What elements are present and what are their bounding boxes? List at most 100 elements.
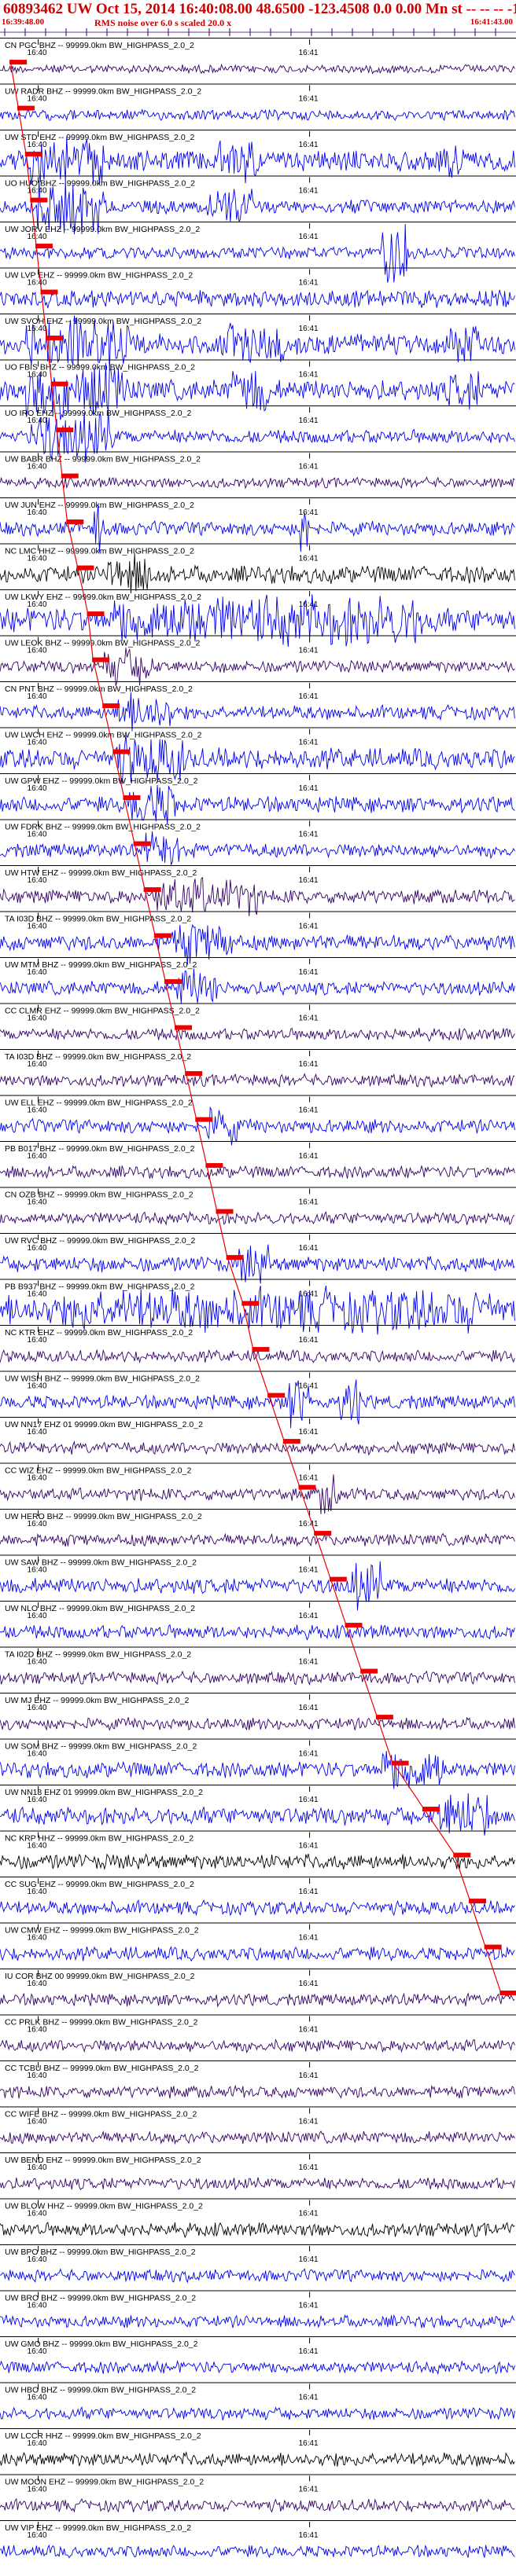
- minute-tick-label: 16:40: [28, 2394, 47, 2402]
- pick-marker: [360, 1668, 378, 1674]
- minute-tick-label: 16:40: [28, 2486, 47, 2494]
- minute-tick-label: 16:41: [299, 1015, 319, 1023]
- waveform-trace: [0, 2360, 515, 2376]
- minute-tick-label: 16:41: [299, 1106, 319, 1115]
- waveform-trace: [0, 2084, 515, 2099]
- pick-marker: [50, 381, 68, 387]
- minute-tick-label: 16:40: [28, 2071, 47, 2080]
- trace-row: UW BABR BHZ -- 99999.0km BW_HIGHPASS_2.0…: [0, 451, 516, 490]
- trace-row: UW BRO BHZ -- 99999.0km BW_HIGHPASS_2.0_…: [0, 2290, 516, 2330]
- minute-tick-label: 16:41: [299, 463, 319, 472]
- minute-tick-label: 16:40: [28, 279, 47, 288]
- waveform-trace: [0, 289, 515, 309]
- minute-tick-label: 16:40: [28, 2026, 47, 2035]
- minute-tick-label: 16:40: [28, 95, 47, 104]
- trace-row: PB B017 BHZ -- 99999.0km BW_HIGHPASS_2.0…: [0, 1141, 516, 1180]
- waveform-trace: [0, 1853, 515, 1870]
- minute-tick-label: 16:41: [299, 1980, 319, 1988]
- pick-marker: [9, 60, 28, 65]
- minute-tick-label: 16:41: [299, 325, 319, 333]
- waveform-trace: [0, 876, 515, 917]
- waveform-trace: [0, 692, 515, 732]
- minute-tick-label: 16:40: [28, 739, 47, 747]
- waveform-trace: [0, 2451, 515, 2467]
- waveform-trace: [0, 2497, 515, 2513]
- minute-tick-label: 16:40: [28, 1888, 47, 1896]
- pick-marker: [205, 1163, 223, 1169]
- minute-tick-label: 16:41: [299, 2394, 319, 2402]
- pick-marker: [56, 427, 74, 433]
- pick-marker: [226, 1255, 244, 1260]
- minute-tick-label: 16:40: [28, 692, 47, 701]
- minute-tick-label: 16:40: [28, 2118, 47, 2126]
- waveform-trace: [0, 2268, 515, 2284]
- minute-tick-label: 16:40: [28, 1842, 47, 1851]
- minute-tick-label: 16:41: [299, 2439, 319, 2448]
- minute-tick-label: 16:40: [28, 2347, 47, 2356]
- minute-tick-label: 16:40: [28, 2255, 47, 2264]
- pick-marker: [112, 749, 131, 754]
- waveform-trace: [0, 2405, 515, 2421]
- pick-marker: [484, 1944, 502, 1950]
- waveform-trace: [0, 1532, 515, 1547]
- pick-marker: [61, 473, 79, 479]
- pick-marker: [30, 197, 48, 203]
- trace-row: UW NN17 EHZ 01 99999.0km BW_HIGHPASS_2.0…: [0, 1417, 516, 1456]
- minute-tick-label: 16:40: [28, 1566, 47, 1575]
- minute-tick-label: 16:41: [299, 95, 319, 104]
- minute-tick-label: 16:40: [28, 1106, 47, 1115]
- trace-row: UW ELL EHZ -- 99999.0km BW_HIGHPASS_2.0_…: [0, 1095, 516, 1146]
- minute-tick-label: 16:40: [28, 1796, 47, 1804]
- trace-row: UW SAW BHZ -- 99999.0km BW_HIGHPASS_2.0_…: [0, 1554, 516, 1611]
- waveform-trace: [0, 2130, 515, 2145]
- minute-tick-label: 16:41: [299, 508, 319, 517]
- trace-row: UW GMO BHZ -- 99999.0km BW_HIGHPASS_2.0_…: [0, 2336, 516, 2376]
- minute-tick-label: 16:41: [299, 2071, 319, 2080]
- trace-row: UW LEOK BHZ -- 99999.0km BW_HIGHPASS_2.0…: [0, 635, 516, 687]
- minute-tick-label: 16:41: [299, 692, 319, 701]
- waveform-trace: [0, 136, 515, 185]
- waveform-trace: [0, 1027, 515, 1042]
- pick-marker: [267, 1393, 286, 1398]
- pick-marker: [143, 887, 161, 893]
- pick-marker: [17, 105, 35, 111]
- pick-marker: [252, 1347, 270, 1352]
- minute-tick-label: 16:40: [28, 1198, 47, 1207]
- trace-row: CC SUG EHZ -- 99999.0km BW_HIGHPASS_2.0_…: [0, 1877, 516, 1917]
- pick-marker: [123, 795, 141, 801]
- waveform-trace: [0, 1561, 515, 1611]
- waveform-trace: [0, 2177, 515, 2191]
- waveform-trace: [0, 1624, 515, 1641]
- waveform-trace: [0, 1244, 515, 1284]
- pick-marker: [241, 1301, 260, 1306]
- minute-tick-label: 16:40: [28, 463, 47, 472]
- waveform-trace: [0, 1899, 515, 1917]
- minute-tick-label: 16:41: [299, 555, 319, 563]
- minute-tick-label: 16:41: [299, 2302, 319, 2310]
- minute-tick-label: 16:40: [28, 1658, 47, 1667]
- top-tick-band: [0, 28, 516, 36]
- pick-marker: [282, 1439, 300, 1444]
- trace-row: UW BEND EHZ -- 99999.0km BW_HIGHPASS_2.0…: [0, 2152, 516, 2191]
- minute-tick-label: 16:41: [299, 1244, 319, 1253]
- pick-marker: [24, 152, 42, 157]
- minute-tick-label: 16:41: [299, 2118, 319, 2126]
- trace-row: UW MJ EHZ -- 99999.0km BW_HIGHPASS_2.0_2…: [0, 1693, 516, 1731]
- minute-tick-label: 16:40: [28, 555, 47, 563]
- minute-tick-label: 16:40: [28, 784, 47, 793]
- pick-marker: [185, 1071, 203, 1077]
- minute-tick-label: 16:40: [28, 600, 47, 609]
- minute-tick-label: 16:40: [28, 1520, 47, 1528]
- waveform-trace: [0, 1073, 515, 1088]
- pick-marker: [133, 841, 151, 846]
- minute-tick-label: 16:41: [299, 1198, 319, 1207]
- minute-tick-label: 16:41: [299, 1474, 319, 1483]
- pick-marker: [375, 1715, 393, 1720]
- pick-marker: [164, 979, 182, 985]
- minute-tick-label: 16:40: [28, 2163, 47, 2172]
- minute-tick-label: 16:40: [28, 923, 47, 931]
- minute-tick-label: 16:41: [299, 1566, 319, 1575]
- minute-tick-label: 16:41: [299, 2163, 319, 2172]
- trace-row: UW FDRK BHZ -- 99999.0km BW_HIGHPASS_2.0…: [0, 819, 516, 866]
- minute-tick-label: 16:41: [299, 1658, 319, 1667]
